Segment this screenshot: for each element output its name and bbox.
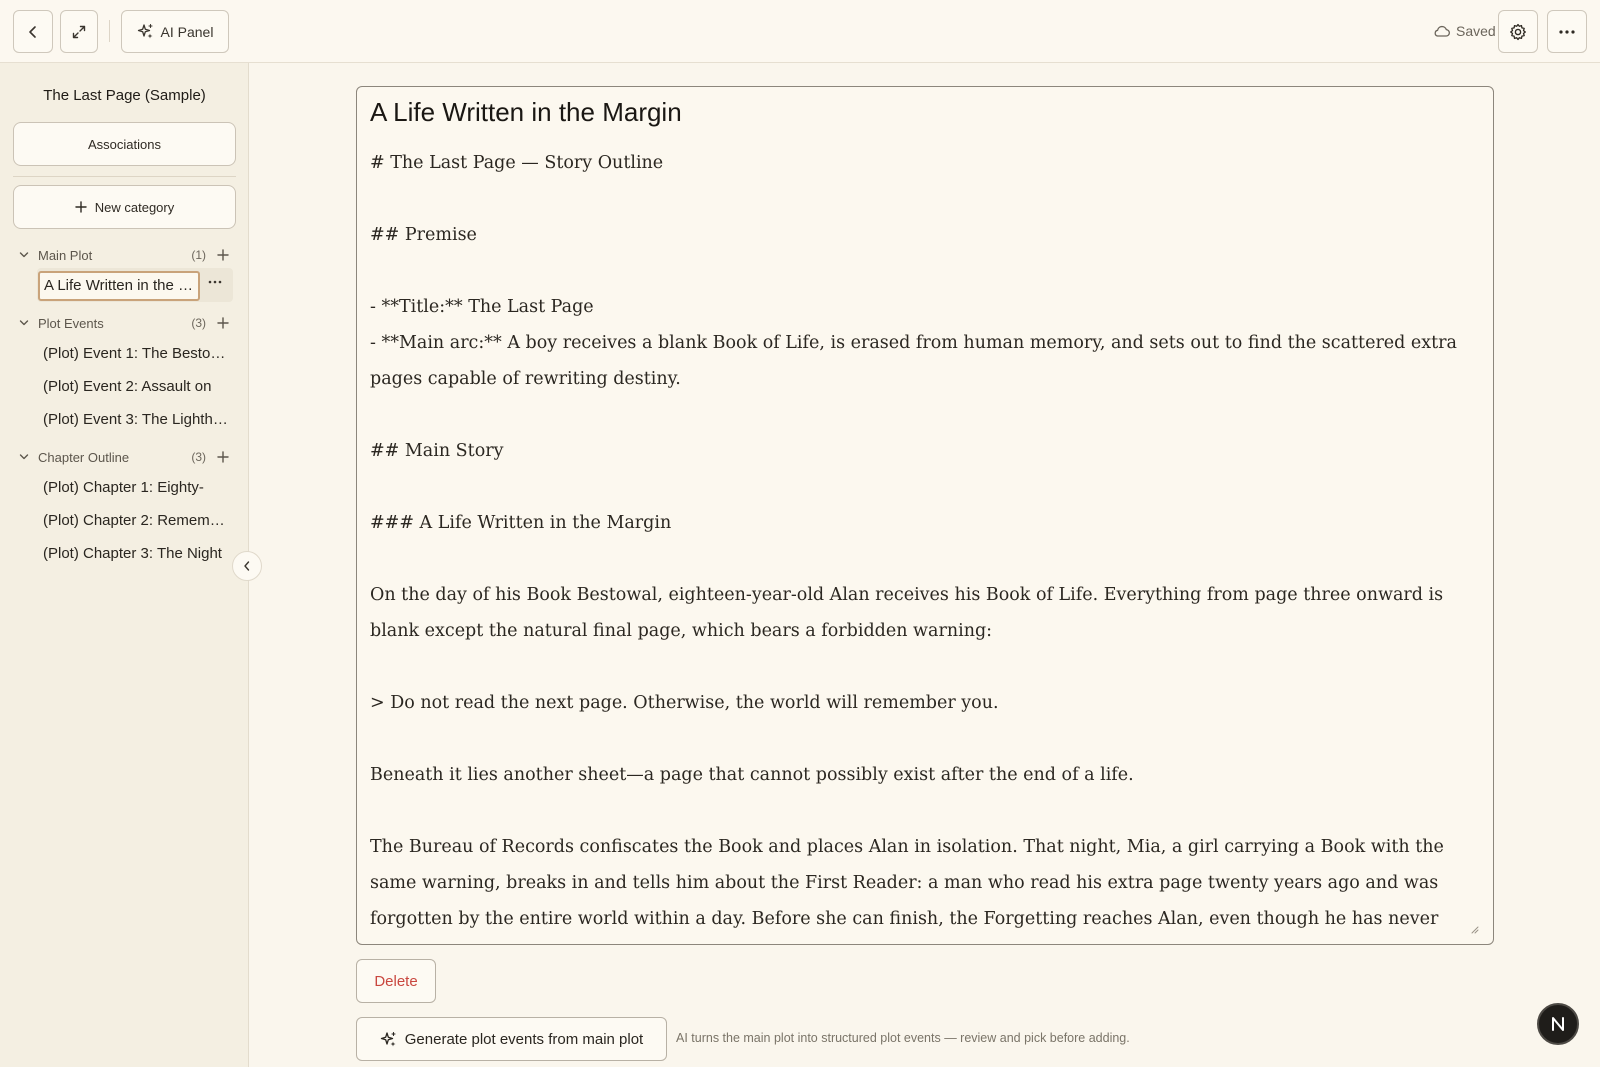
- collapse-sidebar-button[interactable]: [232, 551, 262, 581]
- new-category-button[interactable]: New category: [13, 185, 236, 229]
- n-logo-icon: [1552, 1017, 1564, 1031]
- more-menu-button[interactable]: [1547, 10, 1587, 53]
- list-item[interactable]: (Plot) Event 2: Assault on: [43, 378, 228, 395]
- item-options-button[interactable]: [205, 272, 225, 292]
- gear-icon: [1510, 23, 1526, 40]
- delete-label: Delete: [374, 972, 418, 990]
- top-bar: AI Panel Saved: [0, 0, 1600, 63]
- list-item[interactable]: (Plot) Chapter 3: The Night: [43, 545, 228, 562]
- expand-icon: [72, 25, 86, 38]
- list-item-selected[interactable]: A Life Written in the Margin: [38, 271, 200, 301]
- toolbar-divider: [109, 20, 110, 42]
- sidebar: The Last Page (Sample) Associations New …: [0, 63, 249, 1067]
- new-category-label: New category: [94, 199, 175, 215]
- add-item-icon[interactable]: [216, 451, 230, 463]
- more-horizontal-icon: [1559, 29, 1575, 34]
- category-name: Plot Events: [38, 315, 104, 331]
- saved-label: Saved: [1456, 23, 1496, 39]
- ai-panel-label: AI Panel: [160, 23, 214, 40]
- more-horizontal-icon: [208, 280, 222, 284]
- category-name: Main Plot: [38, 247, 93, 263]
- generate-label: Generate plot events from main plot: [404, 1030, 644, 1048]
- resize-handle-icon[interactable]: [1469, 924, 1479, 934]
- list-item[interactable]: (Plot) Event 3: The Lighthouse: [43, 411, 228, 428]
- back-button[interactable]: [13, 10, 53, 53]
- delete-button[interactable]: Delete: [356, 959, 436, 1003]
- category-chapter-outline[interactable]: Chapter Outline (3): [18, 447, 230, 467]
- chevron-down-icon[interactable]: [18, 451, 32, 463]
- generate-plot-events-button[interactable]: Generate plot events from main plot: [356, 1017, 667, 1061]
- add-item-icon[interactable]: [216, 317, 230, 329]
- chevron-left-icon: [29, 25, 36, 38]
- document-body[interactable]: # The Last Page — Story Outline ## Premi…: [370, 145, 1480, 944]
- category-count: (1): [191, 248, 206, 262]
- category-name: Chapter Outline: [38, 449, 130, 465]
- document-editor[interactable]: A Life Written in the Margin # The Last …: [356, 86, 1494, 945]
- add-item-icon[interactable]: [216, 249, 230, 261]
- assistant-fab-button[interactable]: [1537, 1003, 1579, 1045]
- generate-hint: AI turns the main plot into structured p…: [676, 1031, 1130, 1045]
- cloud-icon: [1434, 25, 1450, 37]
- sparkle-icon: [137, 23, 153, 39]
- category-main-plot[interactable]: Main Plot (1): [18, 245, 230, 265]
- chevron-left-icon: [244, 561, 250, 571]
- project-title: The Last Page (Sample): [43, 87, 206, 104]
- associations-button[interactable]: Associations: [13, 122, 236, 166]
- chevron-down-icon[interactable]: [18, 249, 32, 261]
- document-title[interactable]: A Life Written in the Margin: [370, 97, 682, 128]
- plus-icon: [75, 201, 87, 213]
- saved-status: Saved: [1433, 21, 1496, 41]
- sparkle-icon: [380, 1031, 396, 1046]
- chevron-down-icon[interactable]: [18, 317, 32, 329]
- ai-panel-button[interactable]: AI Panel: [121, 10, 229, 53]
- associations-label: Associations: [88, 136, 161, 152]
- category-plot-events[interactable]: Plot Events (3): [18, 313, 230, 333]
- list-item[interactable]: (Plot) Event 1: The Bestowal: [43, 345, 228, 362]
- settings-button[interactable]: [1498, 10, 1538, 53]
- expand-button[interactable]: [60, 10, 98, 53]
- list-item[interactable]: (Plot) Chapter 2: Remembered: [43, 512, 228, 529]
- category-count: (3): [191, 450, 206, 464]
- category-count: (3): [191, 316, 206, 330]
- list-item[interactable]: (Plot) Chapter 1: Eighty-: [43, 479, 228, 496]
- sidebar-divider: [13, 176, 236, 177]
